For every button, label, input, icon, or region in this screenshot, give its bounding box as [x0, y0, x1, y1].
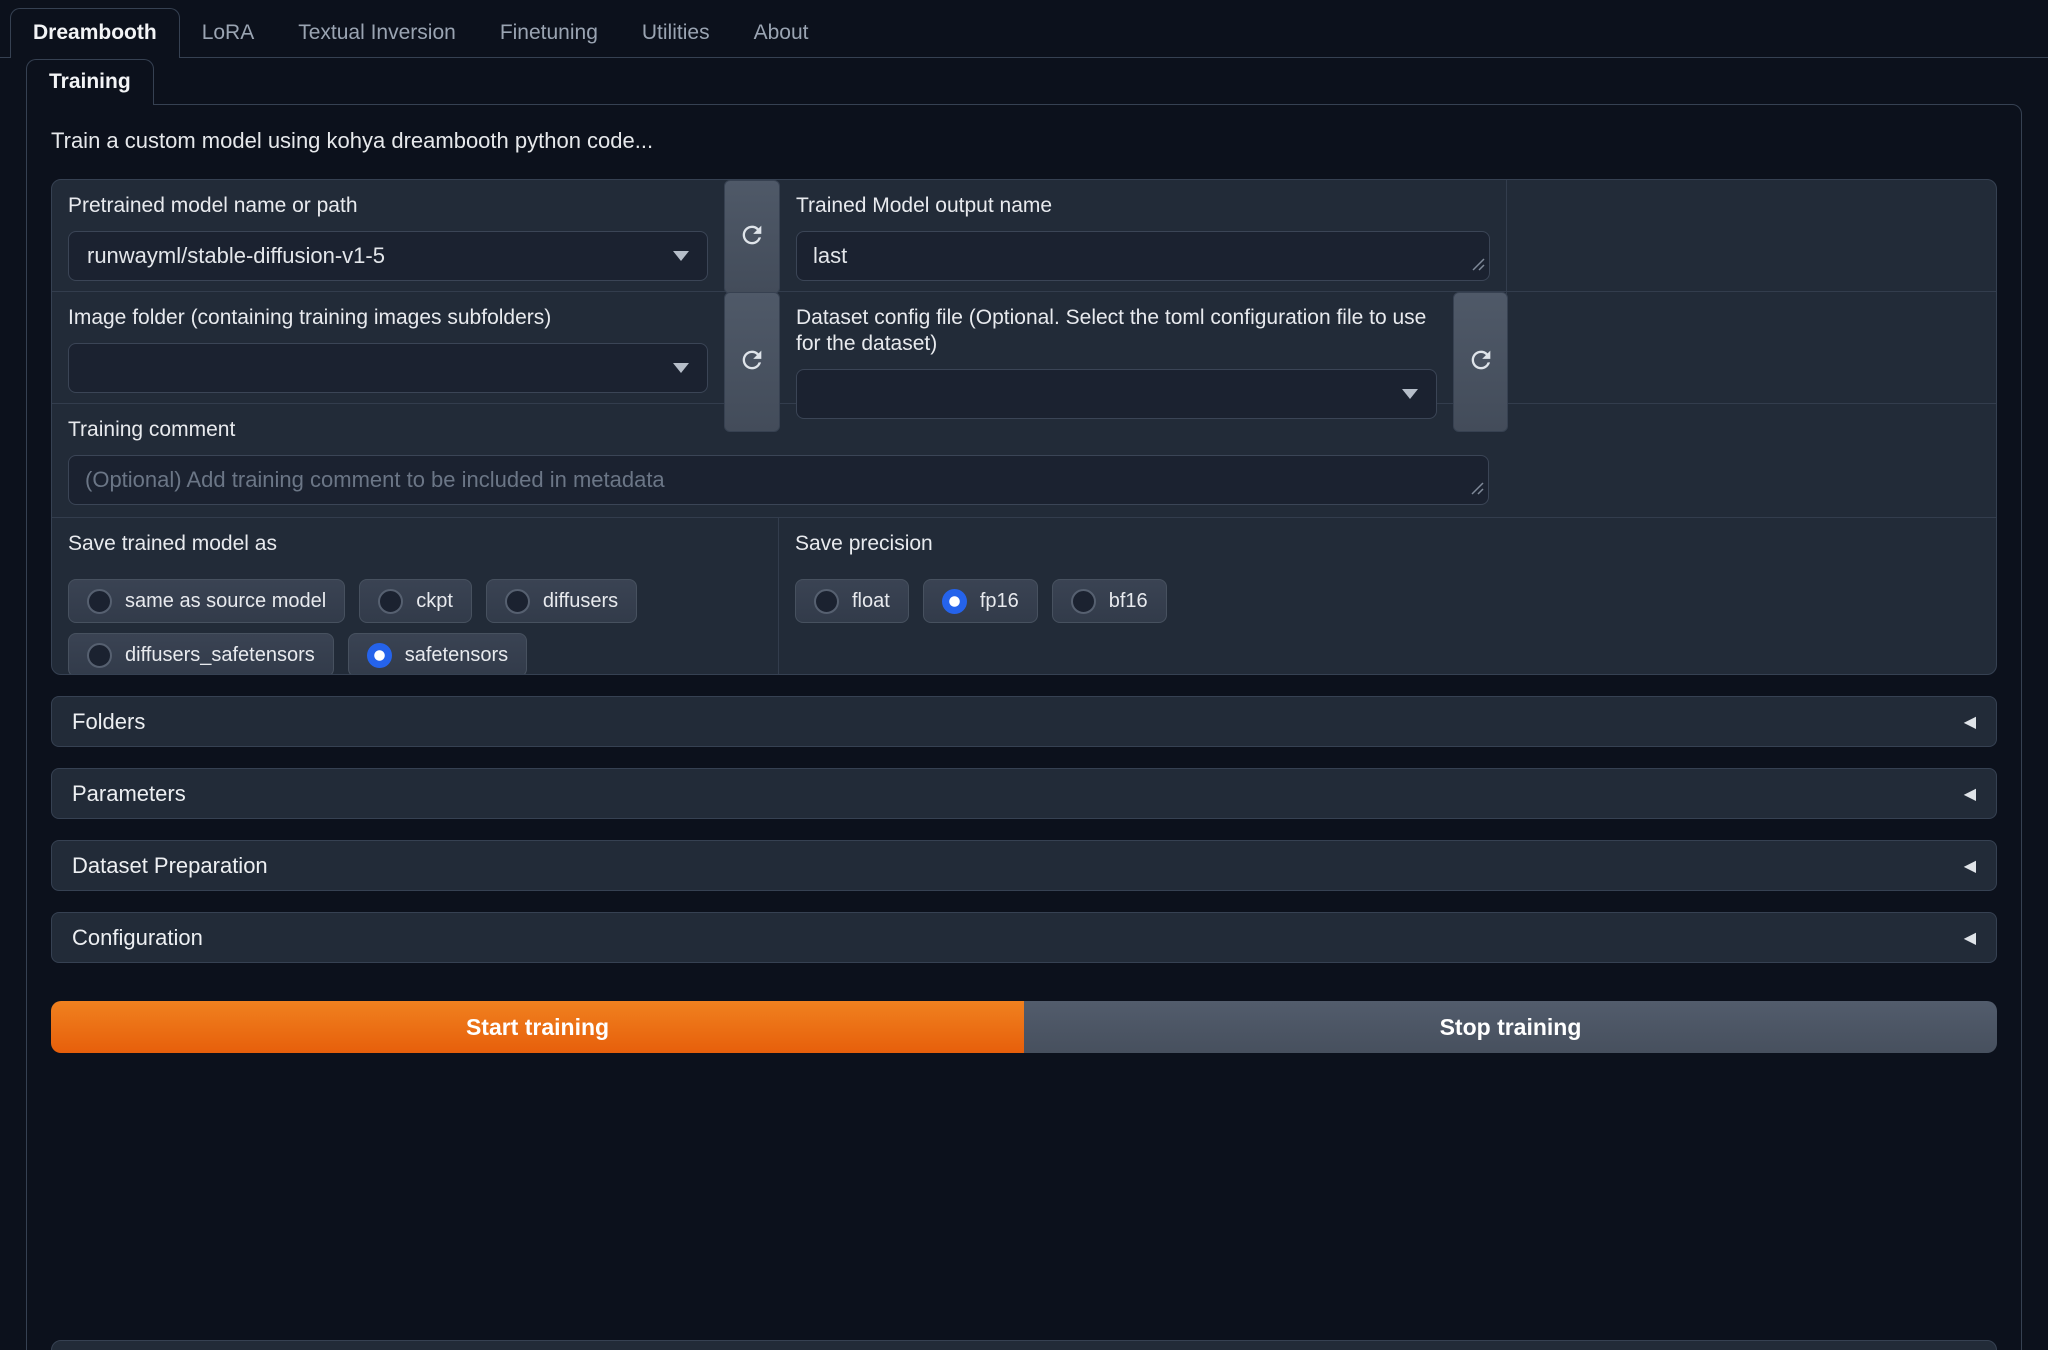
chevron-down-icon [673, 363, 689, 373]
output-name-input[interactable] [796, 231, 1490, 281]
tab-finetuning[interactable]: Finetuning [478, 9, 620, 58]
tab-textual-inversion[interactable]: Textual Inversion [276, 9, 478, 58]
refresh-dataset-config-button[interactable] [1453, 292, 1508, 432]
folders-row: Image folder (containing training images… [52, 292, 1996, 404]
save-precision-group: Save precision float fp16 bf16 [779, 518, 1996, 675]
pretrained-model-value: runwayml/stable-diffusion-v1-5 [87, 243, 385, 269]
radio-label: safetensors [405, 644, 508, 667]
tab-utilities[interactable]: Utilities [620, 9, 732, 58]
save-model-as-options: same as source model ckpt diffusers diff… [68, 579, 762, 675]
accordion-folders[interactable]: Folders ◀ [51, 696, 1997, 747]
radio-icon [1071, 589, 1096, 614]
accordion-configuration[interactable]: Configuration ◀ [51, 912, 1997, 963]
radio-icon [367, 643, 392, 668]
radio-ckpt[interactable]: ckpt [359, 579, 472, 623]
resize-handle[interactable] [1472, 258, 1485, 276]
radio-label: bf16 [1109, 590, 1148, 613]
accordion-label: Folders [72, 709, 145, 735]
training-comment-input[interactable] [68, 455, 1489, 505]
radio-safetensors[interactable]: safetensors [348, 633, 527, 675]
radio-label: fp16 [980, 590, 1019, 613]
accordion-parameters[interactable]: Parameters ◀ [51, 768, 1997, 819]
radio-label: diffusers_safetensors [125, 644, 315, 667]
radio-icon [87, 643, 112, 668]
model-settings-group: Pretrained model name or path runwayml/s… [51, 179, 1997, 675]
training-comment-label: Training comment [68, 417, 1980, 443]
pretrained-model-cell: Pretrained model name or path runwayml/s… [52, 180, 724, 294]
radio-same-as-source-model[interactable]: same as source model [68, 579, 345, 623]
resize-handle[interactable] [1471, 482, 1484, 500]
spacer [1506, 180, 1996, 294]
save-options-row: Save trained model as same as source mod… [52, 518, 1996, 674]
dataset-config-cell: Dataset config file (Optional. Select th… [780, 292, 1453, 432]
training-actions-row: Start training Stop training [51, 1001, 1997, 1053]
main-tabbar: Dreambooth LoRA Textual Inversion Finetu… [0, 0, 2048, 58]
model-row: Pretrained model name or path runwayml/s… [52, 180, 1996, 292]
image-folder-label: Image folder (containing training images… [68, 305, 708, 331]
save-precision-options: float fp16 bf16 [795, 579, 1980, 623]
dataset-config-label: Dataset config file (Optional. Select th… [796, 305, 1437, 357]
radio-float[interactable]: float [795, 579, 909, 623]
output-name-cell: Trained Model output name [780, 180, 1506, 294]
image-folder-dropdown[interactable] [68, 343, 708, 393]
radio-diffusers-safetensors[interactable]: diffusers_safetensors [68, 633, 334, 675]
radio-label: diffusers [543, 590, 618, 613]
spacer [1508, 292, 1996, 432]
accordion-label: Dataset Preparation [72, 853, 268, 879]
refresh-icon [738, 221, 766, 254]
save-precision-label: Save precision [795, 531, 1980, 557]
pretrained-model-dropdown[interactable]: runwayml/stable-diffusion-v1-5 [68, 231, 708, 281]
sub-tabbar: Training [0, 58, 2048, 104]
radio-icon [942, 589, 967, 614]
collapse-arrow-icon: ◀ [1964, 712, 1976, 731]
save-model-as-group: Save trained model as same as source mod… [52, 518, 779, 675]
radio-label: ckpt [416, 590, 453, 613]
stop-training-button[interactable]: Stop training [1024, 1001, 1997, 1053]
radio-diffusers[interactable]: diffusers [486, 579, 637, 623]
refresh-icon [738, 346, 766, 379]
radio-icon [378, 589, 403, 614]
radio-label: same as source model [125, 590, 326, 613]
collapse-arrow-icon: ◀ [1964, 784, 1976, 803]
training-tab-panel: Train a custom model using kohya dreambo… [26, 104, 2022, 1350]
accordion-dataset-preparation[interactable]: Dataset Preparation ◀ [51, 840, 1997, 891]
bottom-panel-partial [51, 1340, 1997, 1350]
tab-lora[interactable]: LoRA [180, 9, 277, 58]
radio-icon [505, 589, 530, 614]
image-folder-cell: Image folder (containing training images… [52, 292, 724, 432]
collapse-arrow-icon: ◀ [1964, 928, 1976, 947]
refresh-image-folder-button[interactable] [724, 292, 780, 432]
output-name-label: Trained Model output name [796, 193, 1490, 219]
accordion-label: Configuration [72, 925, 203, 951]
refresh-icon [1467, 346, 1495, 379]
intro-text: Train a custom model using kohya dreambo… [51, 127, 1997, 155]
pretrained-model-label: Pretrained model name or path [68, 193, 708, 219]
chevron-down-icon [1402, 389, 1418, 399]
tab-about[interactable]: About [732, 9, 831, 58]
radio-icon [87, 589, 112, 614]
radio-icon [814, 589, 839, 614]
start-training-button[interactable]: Start training [51, 1001, 1024, 1053]
training-comment-row: Training comment [52, 404, 1996, 518]
accordion-label: Parameters [72, 781, 186, 807]
chevron-down-icon [673, 251, 689, 261]
save-model-as-label: Save trained model as [68, 531, 762, 557]
collapse-arrow-icon: ◀ [1964, 856, 1976, 875]
tab-training[interactable]: Training [26, 59, 154, 105]
radio-bf16[interactable]: bf16 [1052, 579, 1167, 623]
radio-label: float [852, 590, 890, 613]
dataset-config-dropdown[interactable] [796, 369, 1437, 419]
refresh-models-button[interactable] [724, 180, 780, 294]
radio-fp16[interactable]: fp16 [923, 579, 1038, 623]
tab-dreambooth[interactable]: Dreambooth [10, 8, 180, 58]
